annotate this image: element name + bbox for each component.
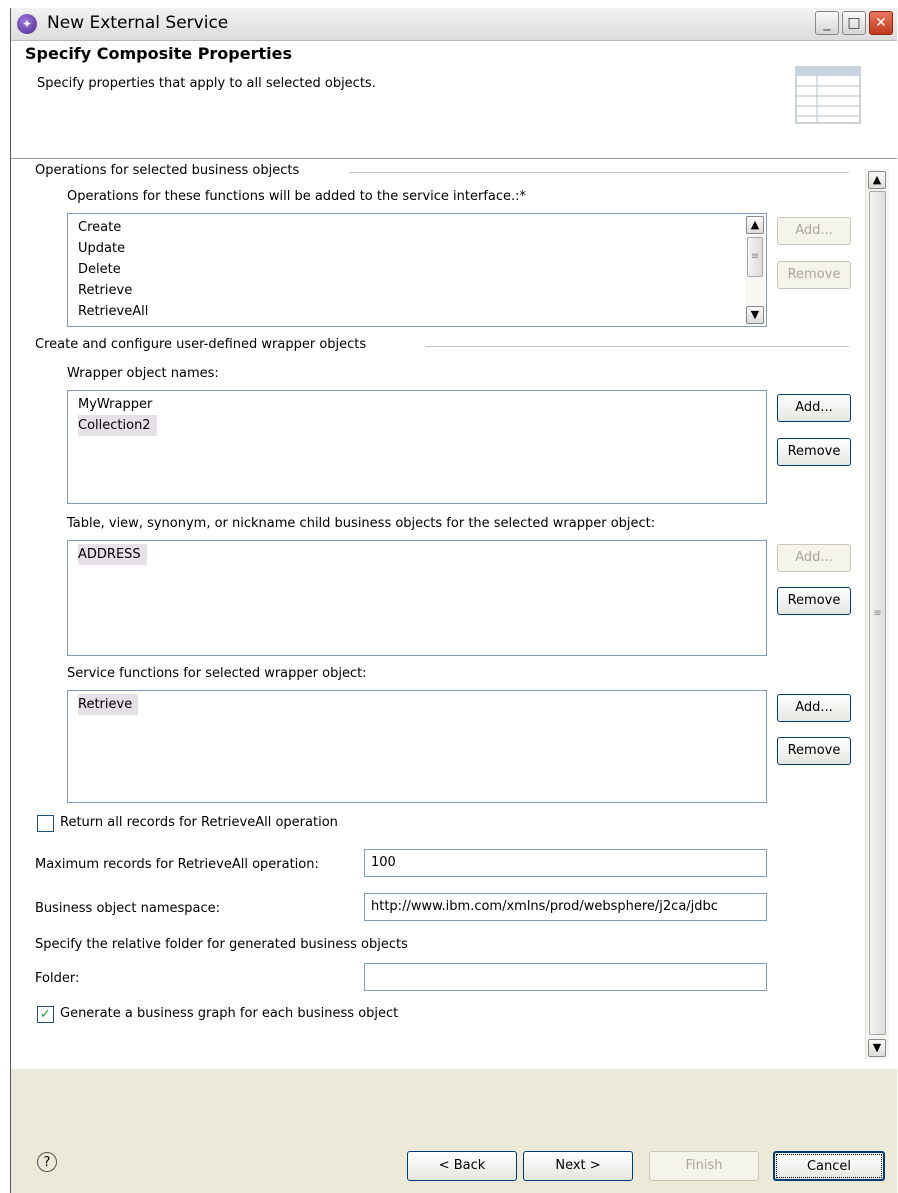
list-item[interactable]: Collection2 [68,415,766,436]
list-item[interactable]: Retrieve [68,280,766,301]
operations-remove-button[interactable]: Remove [777,261,851,289]
wrapper-remove-button[interactable]: Remove [777,438,851,466]
list-item-label: Collection2 [78,415,157,436]
maximize-button[interactable]: □ [842,11,866,35]
return-all-label: Return all records for RetrieveAll opera… [60,815,338,830]
wrapper-names-label: Wrapper object names: [67,366,219,381]
list-item[interactable]: Retrieve [68,694,766,715]
function-add-button[interactable]: Add... [777,694,851,722]
finish-button[interactable]: Finish [649,1151,759,1181]
return-all-checkbox[interactable] [37,815,54,832]
list-item-label: Delete [78,262,121,277]
button-bar: ? < Back Next > Finish Cancel [11,1069,897,1193]
operations-list[interactable]: Create Update Delete Retrieve RetrieveAll ▲ … [67,213,767,327]
scroll-thumb[interactable]: ≡ [869,191,886,1035]
operations-list-label: Operations for these functions will be a… [67,189,527,204]
relative-folder-label: Specify the relative folder for generate… [35,937,408,952]
child-add-button[interactable]: Add... [777,544,851,572]
close-button[interactable]: ✕ [869,11,893,35]
scroll-up-button[interactable]: ▲ [746,216,764,234]
list-item-label: Update [78,241,126,256]
list-item[interactable]: Delete [68,259,766,280]
operations-add-button[interactable]: Add... [777,217,851,245]
service-functions-label: Service functions for selected wrapper o… [67,666,367,681]
operations-group-label: Operations for selected business objects [35,163,300,178]
namespace-input[interactable]: http://www.ibm.com/xmlns/prod/websphere/… [364,893,767,921]
dialog-window: ✦ New External Service _ □ ✕ Specify Com… [10,8,897,1193]
list-item-label: Retrieve [78,694,139,715]
divider [425,346,849,347]
list-item-label: RetrieveAll [78,304,149,319]
list-item[interactable]: Update [68,238,766,259]
wrappers-group-label: Create and configure user-defined wrappe… [35,337,367,352]
max-records-label: Maximum records for RetrieveAll operatio… [35,857,319,872]
cancel-button[interactable]: Cancel [773,1151,885,1181]
list-item[interactable]: ADDRESS [68,544,766,565]
child-objects-list[interactable]: ADDRESS [67,540,767,656]
max-records-input[interactable]: 100 [364,849,767,877]
generate-graph-label: Generate a business graph for each busin… [60,1006,399,1021]
list-item[interactable]: Create [68,217,766,238]
title-bar[interactable]: ✦ New External Service _ □ ✕ [11,8,897,41]
child-objects-label: Table, view, synonym, or nickname child … [67,516,656,531]
function-remove-button[interactable]: Remove [777,737,851,765]
list-item[interactable]: RetrieveAll [68,301,766,322]
list-item-label: Create [78,220,122,235]
list-item-label: MyWrapper [78,397,153,412]
divider [349,172,849,173]
namespace-label: Business object namespace: [35,901,221,916]
content-area: Operations for selected business objects… [11,159,897,1069]
scroll-up-button[interactable]: ▲ [868,171,886,189]
scroll-down-button[interactable]: ▼ [746,306,764,324]
back-button[interactable]: < Back [407,1151,517,1181]
window-title: New External Service [47,13,229,33]
list-item[interactable]: MyWrapper [68,394,766,415]
list-item-label: Retrieve [78,283,133,298]
wrapper-add-button[interactable]: Add... [777,394,851,422]
wrapper-names-list[interactable]: MyWrapper Collection2 [67,390,767,504]
table-banner-icon [795,66,861,124]
help-icon[interactable]: ? [37,1152,57,1172]
list-item-label: ADDRESS [78,544,147,565]
next-button[interactable]: Next > [523,1151,633,1181]
child-remove-button[interactable]: Remove [777,587,851,615]
page-title: Specify Composite Properties [25,44,292,63]
folder-input[interactable] [364,963,767,991]
operations-list-scrollbar[interactable]: ▲ ≡ ▼ [745,215,765,325]
generate-graph-checkbox[interactable]: ✓ [37,1006,54,1023]
minimize-button[interactable]: _ [815,11,839,35]
page-description: Specify properties that apply to all sel… [37,76,376,91]
folder-label: Folder: [35,971,80,986]
scroll-thumb[interactable]: ≡ [747,237,763,277]
content-scrollbar[interactable]: ▲ ≡ ▼ [865,169,889,1059]
service-functions-list[interactable]: Retrieve [67,690,767,803]
app-icon: ✦ [17,14,37,34]
scroll-down-button[interactable]: ▼ [868,1039,886,1057]
